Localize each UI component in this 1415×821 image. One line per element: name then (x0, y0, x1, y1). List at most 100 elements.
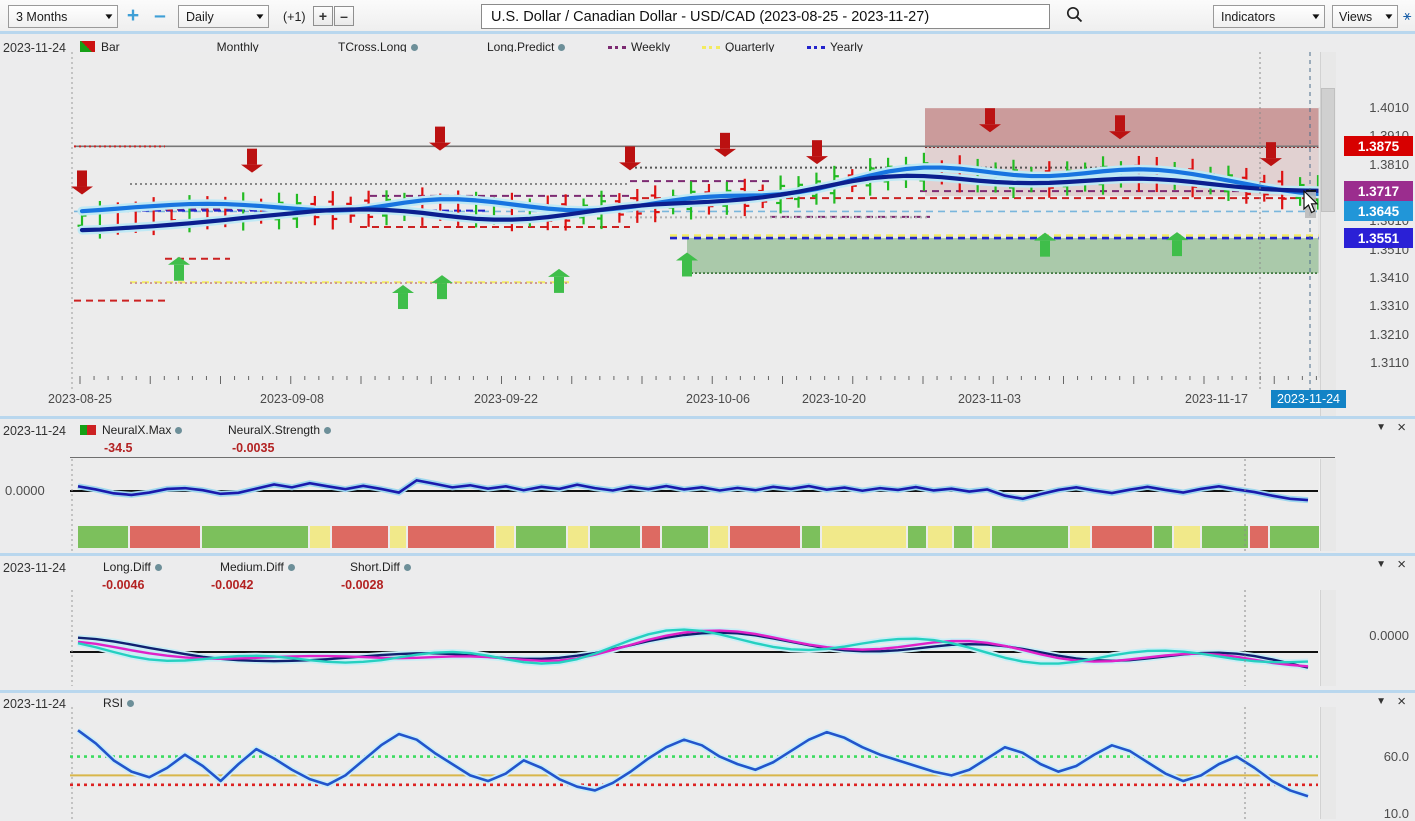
date-axis-tick: 2023-09-08 (260, 392, 324, 406)
chevron-down-icon: ▼ (1383, 12, 1395, 21)
mouse-cursor-icon (1303, 189, 1320, 214)
range-select[interactable]: 3 Months ▼ (8, 5, 118, 28)
price-axis-pill[interactable]: 1.3551 (1344, 228, 1413, 249)
legend-item-medium-diff[interactable]: Medium.Diff (197, 560, 295, 574)
legend-label: Long.Diff (103, 560, 151, 574)
neuralx-panel: 2023-11-24 NeuralX.Max NeuralX.Strength … (0, 419, 1415, 551)
legend-options-icon[interactable] (154, 563, 162, 571)
diff-right-axis-label: 0.0000 (1369, 628, 1409, 643)
price-axis-tick: 1.3310 (1369, 298, 1409, 314)
legend-options-icon[interactable] (127, 699, 135, 707)
legend-options-icon[interactable] (175, 426, 183, 434)
price-plot-svg (70, 52, 1335, 416)
legend-options-icon[interactable] (403, 563, 411, 571)
legend-item-long-diff[interactable]: Long.Diff (80, 560, 162, 574)
legend-item-short-diff[interactable]: Short.Diff (327, 560, 411, 574)
overflow-pin-icon[interactable]: ⚹ (1403, 7, 1411, 24)
diff-legend-date: 2023-11-24 (3, 561, 67, 575)
minus-icon: – (340, 8, 348, 24)
date-axis-tick: 2023-10-20 (802, 392, 866, 406)
chevron-down-icon: ▼ (103, 12, 115, 21)
chevron-down-icon: ▼ (254, 12, 266, 21)
price-scroll-thumb[interactable] (1321, 88, 1335, 212)
price-axis[interactable]: 1.40101.39101.38101.36101.35101.34101.33… (1340, 52, 1415, 418)
price-axis-pill[interactable]: 1.3717 (1344, 181, 1413, 202)
date-axis[interactable]: 2023-08-25 2023-09-08 2023-09-22 2023-10-06… (0, 376, 1415, 418)
legend-options-icon[interactable] (410, 43, 418, 51)
neuralx-legend-divider (70, 457, 1335, 458)
interval-select[interactable]: Daily ▼ (178, 5, 269, 28)
legend-options-icon[interactable] (324, 426, 332, 434)
diff-close-button[interactable]: × (1397, 556, 1409, 573)
neuralx-legend: 2023-11-24 (3, 424, 66, 438)
price-axis-tick: 1.3410 (1369, 269, 1409, 285)
rsi-legend: 2023-11-24 (3, 697, 66, 711)
dotted-swatch-icon (608, 45, 626, 49)
diff-collapse-button[interactable]: ▼ (1376, 559, 1389, 570)
rsi-panel: 2023-11-24 RSI 17.8 60.0 10.0 ▼ × (0, 693, 1415, 821)
rsi-plot-svg (70, 707, 1335, 819)
dotted-swatch-icon (807, 45, 825, 49)
date-axis-current-pill: 2023-11-24 (1271, 390, 1347, 408)
legend-options-icon[interactable] (287, 563, 295, 571)
neuralx-plot-svg (70, 459, 1335, 551)
range-zoom-out-button[interactable]: – (149, 5, 171, 26)
legend-value-neuralx-max: -34.5 (104, 441, 133, 455)
offset-increase-button[interactable]: + (313, 6, 333, 26)
diff-legend: 2023-11-24 (3, 561, 66, 575)
legend-item-neuralx-max[interactable]: NeuralX.Max (80, 423, 183, 437)
flag-icon (80, 425, 96, 435)
price-axis-tick: 1.4010 (1369, 100, 1409, 116)
date-axis-ticks (79, 376, 1317, 384)
price-plot-area[interactable] (70, 52, 1335, 416)
date-axis-tick: 2023-08-25 (48, 392, 112, 406)
symbol-search-input[interactable]: U.S. Dollar / Canadian Dollar - USD/CAD … (481, 4, 1050, 29)
indicators-select[interactable]: Indicators ▼ (1213, 5, 1325, 28)
dotted-swatch-icon (702, 45, 720, 49)
views-select-value: Views (1339, 9, 1373, 24)
legend-label: NeuralX.Max (102, 423, 172, 437)
date-axis-tick: 2023-11-17 (1185, 392, 1249, 406)
diff-vertical-scrollbar[interactable] (1320, 590, 1336, 686)
toolbar-accent-line (0, 31, 1415, 34)
neuralx-vertical-scrollbar[interactable] (1320, 459, 1336, 551)
legend-value-neuralx-strength: -0.0035 (232, 441, 275, 455)
interval-select-value: Daily (186, 9, 214, 24)
price-axis-pill[interactable]: 1.3875 (1344, 136, 1413, 157)
rsi-collapse-button[interactable]: ▼ (1376, 696, 1389, 707)
chevron-down-icon: ▼ (1310, 12, 1322, 21)
plus-icon: + (318, 8, 328, 24)
neuralx-close-button[interactable]: × (1397, 419, 1409, 436)
range-select-value: 3 Months (16, 9, 68, 24)
offset-label: (+1) (283, 10, 306, 24)
legend-label: Medium.Diff (220, 560, 284, 574)
legend-item-neuralx-strength[interactable]: NeuralX.Strength (205, 423, 332, 437)
date-axis-tick: 2023-10-06 (686, 392, 750, 406)
rsi-axis-tick-60: 60.0 (1383, 749, 1409, 764)
search-icon[interactable] (1066, 6, 1083, 28)
rsi-vertical-scrollbar[interactable] (1320, 707, 1336, 819)
offset-decrease-button[interactable]: – (334, 6, 354, 26)
price-axis-tick: 1.3810 (1369, 156, 1409, 172)
rsi-close-button[interactable]: × (1397, 693, 1409, 710)
minus-icon: – (154, 4, 166, 27)
plus-icon: + (126, 4, 140, 27)
price-axis-tick: 1.3210 (1369, 326, 1409, 342)
views-select[interactable]: Views ▼ (1332, 5, 1398, 28)
diff-panel: 2023-11-24 Long.Diff Medium.Diff Short.D… (0, 556, 1415, 686)
legend-label: Short.Diff (350, 560, 400, 574)
price-axis-pill[interactable]: 1.3645 (1344, 201, 1413, 222)
indicators-select-value: Indicators (1221, 9, 1276, 24)
range-zoom-in-button[interactable]: + (122, 5, 144, 26)
price-chart-panel: 2023-11-24 Bar Monthly Open TCross.Long … (0, 36, 1415, 418)
price-legend: 2023-11-24 (3, 41, 66, 55)
diff-plot-area[interactable] (70, 590, 1335, 686)
neuralx-plot-area[interactable] (70, 459, 1335, 551)
neuralx-collapse-button[interactable]: ▼ (1376, 422, 1389, 433)
price-axis-tick: 1.3110 (1370, 354, 1409, 370)
rsi-legend-date: 2023-11-24 (3, 697, 67, 711)
diff-plot-svg (70, 590, 1335, 686)
price-legend-date: 2023-11-24 (3, 41, 67, 55)
rsi-plot-area[interactable] (70, 707, 1335, 819)
legend-options-icon[interactable] (558, 43, 566, 51)
